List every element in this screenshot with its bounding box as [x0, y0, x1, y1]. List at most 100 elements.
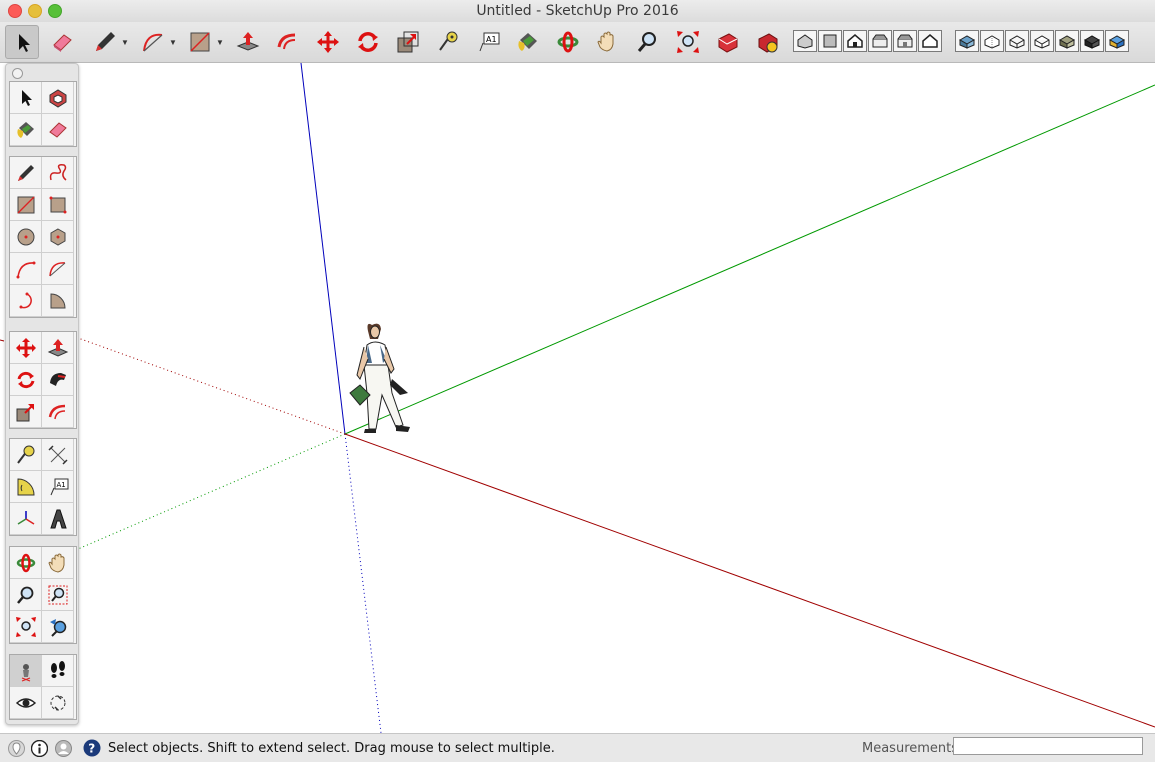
model-canvas[interactable]: [0, 62, 1155, 734]
extension-warehouse-button[interactable]: [751, 25, 785, 59]
palette-freehand-button[interactable]: [42, 157, 74, 189]
palette-pie-button[interactable]: [42, 285, 74, 317]
back-view-button[interactable]: [893, 30, 917, 52]
palette-line-button[interactable]: [10, 157, 42, 189]
scale-figure[interactable]: [349, 323, 410, 433]
rotate-tool-button[interactable]: [351, 25, 385, 59]
push-pull-icon: [236, 32, 260, 51]
svg-text:A1: A1: [486, 35, 497, 44]
palette-two-point-arc-button[interactable]: [42, 253, 74, 285]
user-account-icon[interactable]: [55, 740, 72, 757]
protractor-icon: [17, 478, 35, 496]
tool-group-principal: [9, 81, 77, 147]
monochrome-style-button[interactable]: [1105, 30, 1129, 52]
chevron-down-icon[interactable]: ▼: [121, 38, 129, 47]
palette-arc-button[interactable]: [10, 253, 42, 285]
text-tool-button[interactable]: A1: [471, 25, 505, 59]
palette-rotated-rectangle-button[interactable]: [42, 189, 74, 221]
palette-orbit-button[interactable]: [10, 547, 42, 579]
shaded-textures-style-button[interactable]: [1080, 30, 1104, 52]
push-pull-tool-button[interactable]: [231, 25, 265, 59]
palette-text-button[interactable]: A1: [42, 471, 74, 503]
palette-axes-button[interactable]: [10, 503, 42, 535]
palette-close-button[interactable]: [12, 68, 23, 79]
palette-pan-button[interactable]: [42, 547, 74, 579]
palette-paint-bucket-button[interactable]: [10, 114, 42, 146]
palette-offset-button[interactable]: [42, 396, 74, 428]
iso-view-button[interactable]: [793, 30, 817, 52]
offset-icon: [277, 33, 296, 50]
palette-protractor-button[interactable]: [10, 471, 42, 503]
tape-measure-tool-button[interactable]: [431, 25, 465, 59]
palette-move-button[interactable]: [10, 332, 42, 364]
orbit-tool-button[interactable]: [551, 25, 585, 59]
palette-select-button[interactable]: [10, 82, 42, 114]
drawing-viewport[interactable]: [0, 62, 1155, 734]
palette-follow-me-button[interactable]: [42, 364, 74, 396]
shaded-style-button[interactable]: [1055, 30, 1079, 52]
paint-bucket-tool-button[interactable]: [511, 25, 545, 59]
arc-tool-button[interactable]: [136, 25, 170, 59]
top-view-button[interactable]: [818, 30, 842, 52]
pan-tool-button[interactable]: [591, 25, 625, 59]
left-view-button[interactable]: [918, 30, 942, 52]
palette-circle-button[interactable]: [10, 221, 42, 253]
palette-section-plane-button[interactable]: [42, 687, 74, 719]
front-view-button[interactable]: [843, 30, 867, 52]
palette-previous-view-button[interactable]: [42, 611, 74, 643]
tape-measure-icon: [439, 31, 458, 51]
palette-scale-button[interactable]: [10, 396, 42, 428]
palette-eraser-button[interactable]: [42, 114, 74, 146]
xray-style-button[interactable]: [955, 30, 979, 52]
zoom-icon: [17, 586, 34, 604]
line-icon: [18, 165, 34, 181]
chevron-down-icon[interactable]: ▼: [169, 38, 177, 47]
eraser-tool-button[interactable]: [45, 25, 79, 59]
palette-walk-button[interactable]: [42, 655, 74, 687]
credits-icon[interactable]: [31, 740, 48, 757]
palette-tape-measure-button[interactable]: [10, 439, 42, 471]
measurements-input[interactable]: [953, 737, 1143, 755]
palette-zoom-button[interactable]: [10, 579, 42, 611]
palette-make-component-button[interactable]: [42, 82, 74, 114]
warehouse-icon: [718, 33, 738, 53]
text-icon: A1: [50, 478, 69, 496]
pencil-tool-button[interactable]: [88, 25, 122, 59]
palette-rotate-button[interactable]: [10, 364, 42, 396]
palette-push-pull-button[interactable]: [42, 332, 74, 364]
offset-tool-button[interactable]: [271, 25, 305, 59]
back-edges-style-button[interactable]: [980, 30, 1004, 52]
tool-group-construction: A1: [9, 438, 77, 536]
pan-icon: [48, 553, 65, 573]
measurements-label: Measurements: [862, 741, 959, 756]
xray-style-icon: [958, 35, 976, 49]
zoom-tool-button[interactable]: [631, 25, 665, 59]
pie-icon: [50, 293, 66, 309]
wireframe-style-button[interactable]: [1005, 30, 1029, 52]
select-tool-button[interactable]: [5, 25, 39, 59]
palette-dimension-button[interactable]: [42, 439, 74, 471]
scale-icon: [397, 31, 419, 53]
right-view-button[interactable]: [868, 30, 892, 52]
palette-zoom-extents-button[interactable]: [10, 611, 42, 643]
three-point-arc-icon: [19, 292, 32, 309]
zoom-extents-tool-button[interactable]: [671, 25, 705, 59]
palette-three-point-arc-button[interactable]: [10, 285, 42, 317]
geo-location-icon[interactable]: [8, 740, 25, 757]
warehouse-button[interactable]: [711, 25, 745, 59]
palette-look-around-button[interactable]: [10, 687, 42, 719]
palette-polygon-button[interactable]: [42, 221, 74, 253]
blue-axis-positive: [300, 62, 346, 435]
rectangle-tool-button[interactable]: [183, 25, 217, 59]
chevron-down-icon[interactable]: ▼: [216, 38, 224, 47]
palette-3d-text-button[interactable]: [42, 503, 74, 535]
palette-position-camera-button[interactable]: [10, 655, 42, 687]
iso-view-icon: [797, 34, 813, 49]
palette-rectangle-button[interactable]: [10, 189, 42, 221]
help-icon[interactable]: ?: [83, 739, 101, 757]
zoom-window-icon: [48, 585, 68, 605]
hidden-line-style-button[interactable]: [1030, 30, 1054, 52]
move-tool-button[interactable]: [311, 25, 345, 59]
scale-tool-button[interactable]: [391, 25, 425, 59]
palette-zoom-window-button[interactable]: [42, 579, 74, 611]
